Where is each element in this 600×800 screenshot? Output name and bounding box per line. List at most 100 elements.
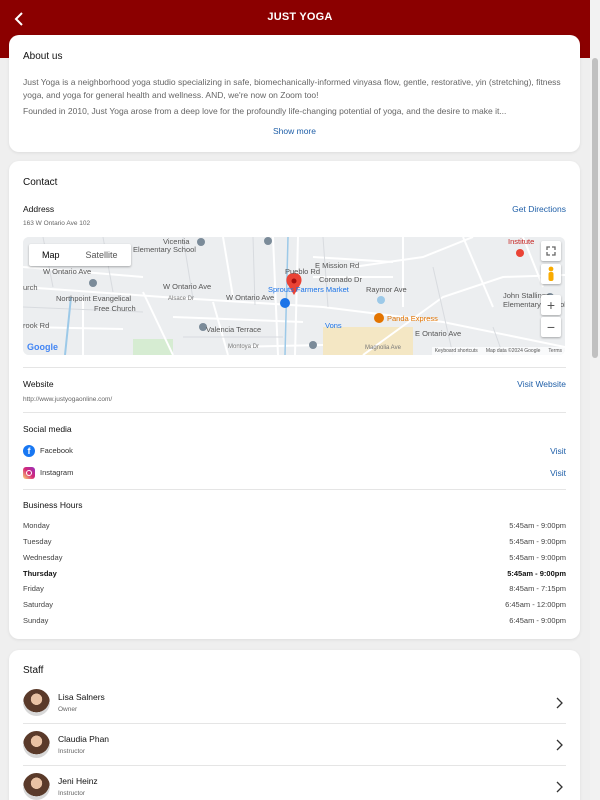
pegman-icon	[548, 266, 554, 281]
map-label: Institute	[508, 237, 535, 246]
street-view-button[interactable]	[541, 264, 561, 284]
hours-time: 6:45am - 12:00pm	[505, 600, 566, 609]
hours-day: Wednesday	[23, 553, 63, 562]
map-type-toggle: Map Satellite	[29, 244, 131, 266]
map-label: Northpoint Evangelical	[56, 294, 132, 303]
map-label-sprouts[interactable]: Sprouts Farmers Market	[268, 285, 349, 294]
map[interactable]: Map Satellite Vicentia Elementary School…	[23, 237, 565, 355]
hours-time: 8:45am - 7:15pm	[509, 584, 566, 593]
hours-row: Saturday 6:45am - 12:00pm	[23, 600, 566, 614]
staff-row[interactable]: Claudia Phan Instructor	[23, 727, 566, 769]
about-paragraph-2: Founded in 2010, Just Yoga arose from a …	[23, 106, 507, 116]
staff-role: Instructor	[58, 790, 86, 797]
divider	[23, 367, 566, 368]
staff-heading: Staff	[23, 665, 44, 676]
hours-time: 6:45am - 9:00pm	[509, 616, 566, 625]
map-label: Coronado Dr	[319, 275, 362, 284]
chevron-right-icon	[556, 697, 563, 709]
zoom-out-button[interactable]: −	[541, 317, 561, 337]
map-attribution: Keyboard shortcuts Map data ©2024 Google…	[431, 347, 565, 355]
hours-day: Sunday	[23, 616, 49, 625]
hours-row: Tuesday 5:45am - 9:00pm	[23, 537, 566, 551]
map-label-panda[interactable]: Panda Express	[387, 314, 438, 323]
about-heading: About us	[23, 51, 63, 62]
staff-row[interactable]: Jeni Heinz Instructor	[23, 769, 566, 800]
get-directions-link[interactable]: Get Directions	[512, 204, 566, 214]
address-label: Address	[23, 204, 55, 214]
visit-facebook-link[interactable]: Visit	[550, 446, 566, 456]
map-label: E Mission Rd	[315, 261, 360, 270]
map-label: Montoya Dr	[228, 344, 260, 350]
show-more-link[interactable]: Show more	[9, 126, 580, 136]
map-label-vons[interactable]: Vons	[325, 321, 342, 330]
divider	[23, 489, 566, 490]
avatar	[23, 773, 50, 800]
hours-day: Thursday	[23, 569, 57, 578]
facebook-icon: f	[23, 445, 35, 457]
map-label: urch	[23, 283, 38, 292]
instagram-icon	[23, 467, 35, 479]
hours-day: Saturday	[23, 600, 54, 609]
about-card: About us Just Yoga is a neighborhood yog…	[9, 35, 580, 152]
plus-icon: +	[546, 297, 556, 313]
chevron-right-icon	[556, 781, 563, 793]
hours-day: Tuesday	[23, 537, 52, 546]
zoom-in-button[interactable]: +	[541, 295, 561, 315]
business-hours-label: Business Hours	[23, 500, 83, 510]
scrollbar-thumb[interactable]	[592, 58, 598, 358]
hours-row: Sunday 6:45am - 9:00pm	[23, 616, 566, 630]
staff-row[interactable]: Lisa Salners Owner	[23, 685, 566, 727]
fullscreen-icon	[546, 246, 556, 256]
social-row-facebook: f Facebook Visit	[23, 443, 566, 459]
map-label: Free Church	[94, 304, 136, 313]
map-label: W Ontario Ave	[43, 267, 92, 276]
page-title: JUST YOGA	[267, 11, 333, 23]
map-label: W Ontario Ave	[226, 293, 275, 302]
terms-link[interactable]: Terms	[548, 348, 562, 354]
contact-card: Contact Address 163 W Ontario Ave 102 Ge…	[9, 161, 580, 639]
hours-time: 5:45am - 9:00pm	[509, 521, 566, 530]
about-paragraph-1: Just Yoga is a neighborhood yoga studio …	[23, 77, 561, 100]
contact-heading: Contact	[23, 177, 58, 188]
divider	[23, 412, 566, 413]
fullscreen-button[interactable]	[541, 241, 561, 261]
staff-card: Staff Lisa Salners Owner Claudia Phan In…	[9, 650, 580, 800]
map-data-text: Map data ©2024 Google	[485, 348, 541, 354]
avatar	[23, 731, 50, 758]
google-logo: Google	[27, 342, 58, 352]
staff-role: Instructor	[58, 748, 86, 755]
hours-time: 5:45am - 9:00pm	[509, 553, 566, 562]
hours-day: Monday	[23, 521, 50, 530]
map-label: Magnolia Ave	[365, 345, 401, 351]
visit-instagram-link[interactable]: Visit	[550, 468, 566, 478]
social-name: Facebook	[40, 446, 73, 455]
map-label: Alsace Dr	[168, 296, 195, 302]
map-label: E Ontario Ave	[415, 329, 462, 338]
map-label: rook Rd	[23, 321, 50, 330]
divider	[23, 765, 566, 766]
staff-name: Lisa Salners	[58, 692, 105, 702]
keyboard-shortcuts-link[interactable]: Keyboard shortcuts	[435, 348, 478, 354]
minus-icon: −	[546, 319, 556, 335]
map-label: Elementary School	[133, 245, 196, 254]
map-label: W Ontario Ave	[163, 282, 212, 291]
map-type-map[interactable]: Map	[29, 244, 73, 266]
hours-row: Wednesday 5:45am - 9:00pm	[23, 553, 566, 567]
divider	[23, 723, 566, 724]
hours-day: Friday	[23, 584, 44, 593]
address-value: 163 W Ontario Ave 102	[23, 220, 91, 227]
scrollbar[interactable]	[590, 0, 600, 800]
hours-time: 5:45am - 9:00pm	[507, 569, 566, 578]
chevron-right-icon	[556, 739, 563, 751]
visit-website-link[interactable]: Visit Website	[517, 379, 566, 389]
website-value: http://www.justyogaonline.com/	[23, 396, 113, 403]
website-label: Website	[23, 379, 54, 389]
map-type-satellite[interactable]: Satellite	[73, 244, 131, 266]
staff-role: Owner	[58, 706, 78, 713]
staff-name: Jeni Heinz	[58, 776, 98, 786]
staff-name: Claudia Phan	[58, 734, 110, 744]
hours-time: 5:45am - 9:00pm	[509, 537, 566, 546]
map-label: Raymor Ave	[366, 285, 407, 294]
social-row-instagram: Instagram Visit	[23, 465, 566, 481]
hours-row-today: Thursday 5:45am - 9:00pm	[23, 569, 566, 583]
